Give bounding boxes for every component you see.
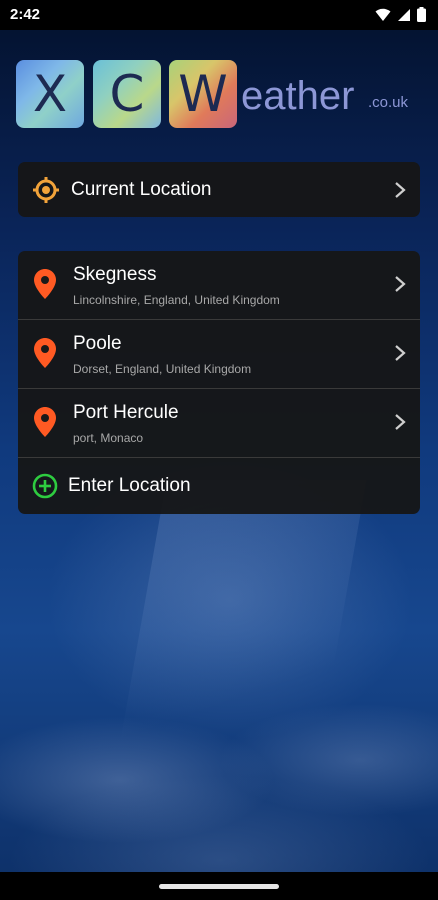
location-row-skegness[interactable]: Skegness Lincolnshire, England, United K…: [18, 251, 420, 320]
status-bar: 2:42: [0, 0, 438, 30]
chevron-right-icon: [395, 182, 406, 198]
logo-tile-x: X: [16, 60, 84, 128]
logo-suffix: .co.uk: [368, 94, 409, 111]
enter-location-label: Enter Location: [68, 475, 191, 496]
location-name: Port Hercule: [73, 402, 179, 423]
logo-tile-w: W: [169, 60, 237, 128]
enter-location-row[interactable]: Enter Location: [18, 458, 420, 514]
xcweather-logo: X C W eather .co.uk: [16, 60, 416, 130]
status-icons: [375, 7, 426, 22]
wifi-icon: [375, 8, 391, 21]
current-location-card[interactable]: Current Location: [18, 162, 420, 217]
chevron-right-icon: [395, 345, 406, 361]
status-time: 2:42: [10, 6, 41, 23]
map-pin-icon: [34, 338, 56, 368]
location-detail: Dorset, England, United Kingdom: [73, 362, 252, 376]
location-detail: port, Monaco: [73, 431, 144, 445]
location-name: Poole: [73, 333, 122, 354]
navigation-bar: [0, 872, 438, 900]
battery-icon: [417, 7, 426, 22]
location-detail: Lincolnshire, England, United Kingdom: [73, 293, 280, 307]
signal-icon: [398, 8, 410, 21]
location-row-port-hercule[interactable]: Port Hercule port, Monaco: [18, 389, 420, 458]
map-pin-icon: [34, 407, 56, 437]
current-location-label: Current Location: [71, 179, 212, 200]
home-gesture-handle[interactable]: [159, 884, 279, 889]
logo-tile-c: C: [93, 60, 161, 128]
chevron-right-icon: [395, 276, 406, 292]
location-target-icon: [33, 177, 59, 203]
saved-locations-card: Skegness Lincolnshire, England, United K…: [18, 251, 420, 514]
chevron-right-icon: [395, 414, 406, 430]
map-pin-icon: [34, 269, 56, 299]
logo-word: eather: [241, 74, 355, 118]
add-circle-icon: [32, 473, 58, 499]
location-name: Skegness: [73, 264, 157, 285]
location-row-poole[interactable]: Poole Dorset, England, United Kingdom: [18, 320, 420, 389]
